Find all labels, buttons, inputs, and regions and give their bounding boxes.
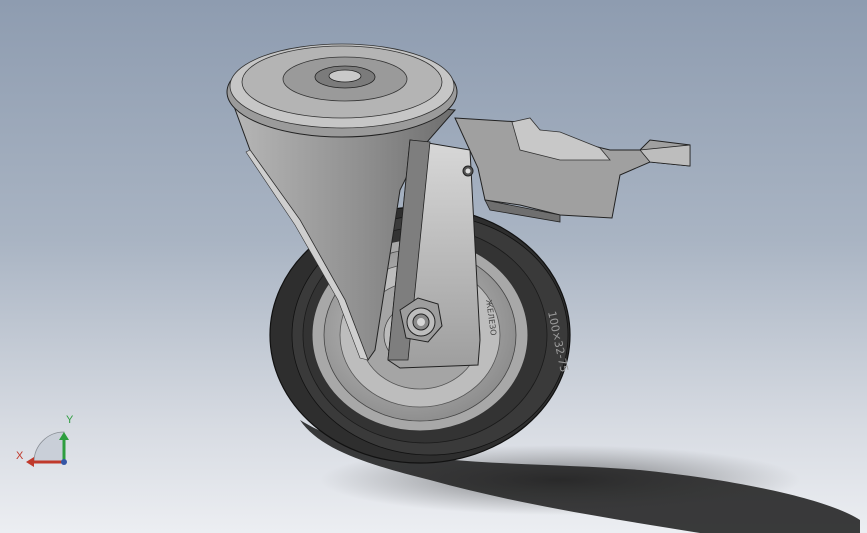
top-plate bbox=[226, 43, 458, 138]
triad-x-label: X bbox=[16, 450, 24, 462]
z-axis-point bbox=[61, 459, 67, 465]
triad-y-label: Y bbox=[66, 414, 74, 426]
graphics-viewport[interactable]: 100×32-75 ЖЕЛЕЗО X Y bbox=[0, 0, 867, 533]
view-orientation-triad[interactable] bbox=[26, 431, 69, 467]
brake-lever bbox=[454, 117, 691, 223]
caster-wheel-model[interactable]: 100×32-75 ЖЕЛЕЗО bbox=[0, 0, 867, 533]
